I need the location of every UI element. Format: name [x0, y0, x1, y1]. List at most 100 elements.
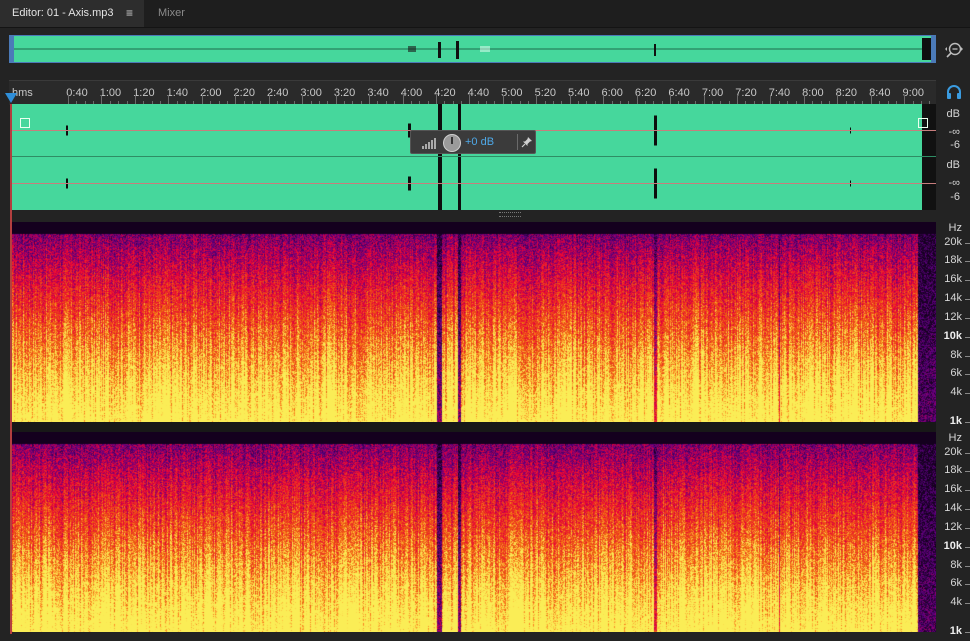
hz-label: Hz [948, 222, 962, 234]
hz-label: 20k [944, 236, 962, 248]
hz-tick [965, 299, 970, 300]
hz-label: 12k [944, 521, 962, 533]
db-unit-label-1: dB [946, 108, 960, 120]
ruler-tick-label: 8:00 [802, 87, 824, 99]
hz-label: 18k [944, 254, 962, 266]
headphones-icon[interactable] [946, 84, 962, 100]
hz-label: 8k [950, 349, 962, 361]
ruler-tick-label: 1:40 [166, 87, 189, 99]
ruler-tick-label: 2:00 [200, 87, 222, 99]
db-unit-label-2: dB [946, 159, 960, 171]
ruler-tick-label: 3:20 [333, 87, 356, 99]
hz-label: 8k [950, 559, 962, 571]
db-neg-inf-label-2: -∞ [948, 177, 960, 189]
ruler-tick-label: 3:40 [367, 87, 389, 99]
hz-tick [965, 471, 970, 472]
hz-label: 20k [944, 446, 962, 458]
hz-label: 14k [944, 502, 962, 514]
hz-label: 14k [944, 292, 962, 304]
hz-label: 4k [950, 596, 962, 608]
ruler-tick-label: 8:40 [869, 87, 891, 99]
db-minus6-label-1: -6 [950, 139, 960, 151]
ruler-tick-label: 6:20 [634, 87, 657, 99]
ruler-tick-label: 4:00 [400, 87, 423, 99]
fade-out-handle[interactable] [918, 118, 928, 128]
ruler-tick-label: 5:00 [501, 87, 523, 99]
hz-tick [965, 393, 970, 394]
tab-mixer[interactable]: Mixer [144, 0, 200, 27]
tab-bar: Editor: 01 - Axis.mp3 ≡ Mixer [0, 0, 970, 28]
hz-label: 16k [944, 273, 962, 285]
ruler-tick-label: 2:40 [266, 87, 289, 99]
hz-tick [965, 261, 970, 262]
hz-tick [965, 528, 970, 529]
hz-tick [965, 422, 970, 423]
hz-label: 10k [943, 330, 962, 342]
hz-tick [965, 243, 970, 244]
ruler-tick-label: 6:40 [668, 87, 690, 99]
hz-label: Hz [948, 432, 962, 444]
signal-bars-icon [422, 138, 436, 149]
ruler-tick-label: 7:40 [768, 87, 791, 99]
hz-label: 10k [943, 540, 962, 552]
gain-value[interactable]: +0 dB [465, 136, 494, 148]
hz-tick [965, 509, 970, 510]
hud-separator [517, 134, 518, 150]
hz-label: 1k [949, 415, 962, 427]
ruler-tick-label: 7:00 [701, 87, 724, 99]
channel-right-centerline [12, 183, 936, 184]
hz-tick [965, 603, 970, 604]
ruler-tick-label: 2:20 [233, 87, 255, 99]
zoom-out-full-icon[interactable] [944, 40, 964, 60]
frequency-scale-1: Hz 20k 18k 16k 14k 12k 10k 8k 6k 4k 1k [936, 222, 970, 427]
hz-tick [965, 356, 970, 357]
time-ruler[interactable]: hms 0:40 1:00 1:20 1:40 2:00 2:20 2:40 3:00 3:20… [5, 80, 936, 105]
tab-mixer-label: Mixer [158, 7, 185, 19]
panel-resize-grip[interactable] [499, 212, 521, 217]
hz-tick [965, 566, 970, 567]
hz-label: 18k [944, 464, 962, 476]
ruler-tick-label: 5:20 [534, 87, 557, 99]
ruler-tick-label: 1:20 [133, 87, 155, 99]
ruler-tick-label: 8:20 [835, 87, 858, 99]
tab-editor[interactable]: Editor: 01 - Axis.mp3 ≡ [0, 0, 144, 27]
fade-in-handle[interactable] [20, 118, 30, 128]
volume-hud[interactable]: +0 dB [410, 130, 536, 154]
hz-tick [965, 318, 970, 319]
amplitude-scale: dB -∞ -6 dB -∞ -6 [936, 104, 970, 210]
ruler-tick-label: 4:20 [434, 87, 456, 99]
hz-tick [965, 547, 970, 548]
hz-tick [965, 337, 970, 338]
hz-tick [965, 453, 970, 454]
hz-tick [965, 374, 970, 375]
hz-label: 16k [944, 483, 962, 495]
hz-tick [965, 490, 970, 491]
tab-editor-label: Editor: 01 - Axis.mp3 [12, 7, 114, 19]
waveform-display[interactable] [12, 104, 936, 210]
ruler-tick-label: 4:40 [467, 87, 490, 99]
spectrogram-channel-2[interactable] [12, 432, 936, 632]
hz-tick [965, 280, 970, 281]
hz-label: 6k [950, 367, 962, 379]
overview-navigator[interactable] [9, 35, 936, 63]
hz-tick [965, 632, 970, 633]
frequency-scale-2: Hz 20k 18k 16k 14k 12k 10k 8k 6k 4k 1k [936, 432, 970, 637]
channel-divider [12, 156, 936, 157]
spectrogram-channel-1[interactable] [12, 222, 936, 422]
ruler-tick-label: 0:40 [66, 87, 88, 99]
playhead-handle[interactable] [5, 93, 17, 103]
hz-label: 4k [950, 386, 962, 398]
pin-icon[interactable] [521, 136, 533, 148]
db-minus6-label-2: -6 [950, 191, 960, 203]
volume-knob-icon[interactable] [443, 134, 461, 152]
hz-label: 12k [944, 311, 962, 323]
ruler-tick-label: 1:00 [99, 87, 122, 99]
hz-label: 6k [950, 577, 962, 589]
spectrogram-divider [12, 422, 936, 432]
ruler-tick-label: 6:00 [601, 87, 623, 99]
hz-tick [965, 584, 970, 585]
ruler-tick-label: 3:00 [300, 87, 322, 99]
ruler-tick-label: 5:40 [568, 87, 590, 99]
hz-label: 1k [949, 625, 962, 637]
panel-menu-icon[interactable]: ≡ [126, 0, 133, 27]
